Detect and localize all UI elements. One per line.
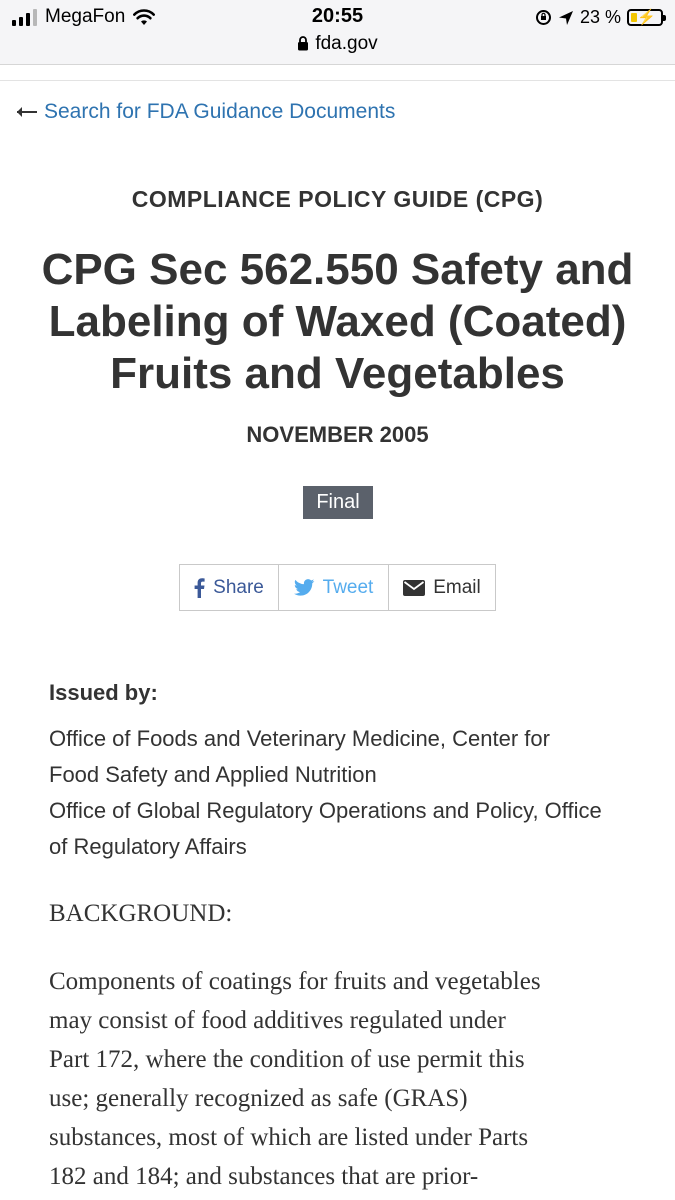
battery-percent: 23 % xyxy=(579,7,621,27)
charging-bolt-icon: ⚡ xyxy=(637,9,656,26)
status-right: 23 % ⚡ xyxy=(535,7,666,28)
status-badge: Final xyxy=(303,486,373,519)
publication-date: NOVEMBER 2005 xyxy=(246,422,429,447)
back-to-search-link[interactable]: Search for FDA Guidance Documents xyxy=(16,100,395,124)
paragraph-line: use; generally recognized as safe (GRAS) xyxy=(49,1085,468,1112)
location-arrow-icon xyxy=(558,10,573,25)
paragraph-line: Components of coatings for fruits and ve… xyxy=(49,968,541,995)
twitter-icon xyxy=(293,579,315,596)
paragraph-line: may consist of food additives regulated … xyxy=(49,1007,506,1034)
paragraph-line: 182 and 184; and substances that are pri… xyxy=(49,1163,479,1190)
email-label: Email xyxy=(433,576,481,598)
issued-by-line: Office of Foods and Veterinary Medicine,… xyxy=(49,726,550,751)
share-email-button[interactable]: Email xyxy=(388,565,495,610)
battery-icon: ⚡ xyxy=(627,9,666,26)
facebook-icon xyxy=(194,577,205,598)
envelope-icon xyxy=(403,579,426,596)
background-paragraph: Components of coatings for fruits and ve… xyxy=(49,962,639,1196)
issued-by-line: of Regulatory Affairs xyxy=(49,834,247,859)
header-divider xyxy=(0,80,675,81)
issued-by-line: Food Safety and Applied Nutrition xyxy=(49,762,377,787)
share-twitter-button[interactable]: Tweet xyxy=(278,565,388,610)
share-label: Share xyxy=(213,576,264,598)
paragraph-line: Part 172, where the condition of use per… xyxy=(49,1046,525,1073)
lock-icon xyxy=(298,36,309,51)
paragraph-line: substances, most of which are listed und… xyxy=(49,1124,529,1151)
page-title: CPG Sec 562.550 Safety and Labeling of W… xyxy=(40,244,635,400)
share-bar: Share Tweet Email xyxy=(179,564,496,611)
issued-by-label: Issued by: xyxy=(49,680,158,705)
back-link-label: Search for FDA Guidance Documents xyxy=(44,100,396,123)
status-bar: MegaFon 20:55 fda.gov 23 % ⚡ xyxy=(0,0,675,65)
background-heading: BACKGROUND: xyxy=(49,900,233,927)
issued-by-line: Office of Global Regulatory Operations a… xyxy=(49,798,602,823)
title-line: Labeling of Waxed (Coated) xyxy=(48,297,627,346)
address-bar[interactable]: fda.gov xyxy=(0,33,675,55)
tweet-label: Tweet xyxy=(322,576,374,598)
title-line: Fruits and Vegetables xyxy=(110,349,565,398)
document-type: COMPLIANCE POLICY GUIDE (CPG) xyxy=(131,186,544,212)
url-text: fda.gov xyxy=(315,33,378,54)
share-facebook-button[interactable]: Share xyxy=(180,565,278,610)
rotation-lock-icon xyxy=(535,10,551,25)
arrow-left-icon xyxy=(17,107,37,117)
title-line: CPG Sec 562.550 Safety and xyxy=(41,245,634,294)
